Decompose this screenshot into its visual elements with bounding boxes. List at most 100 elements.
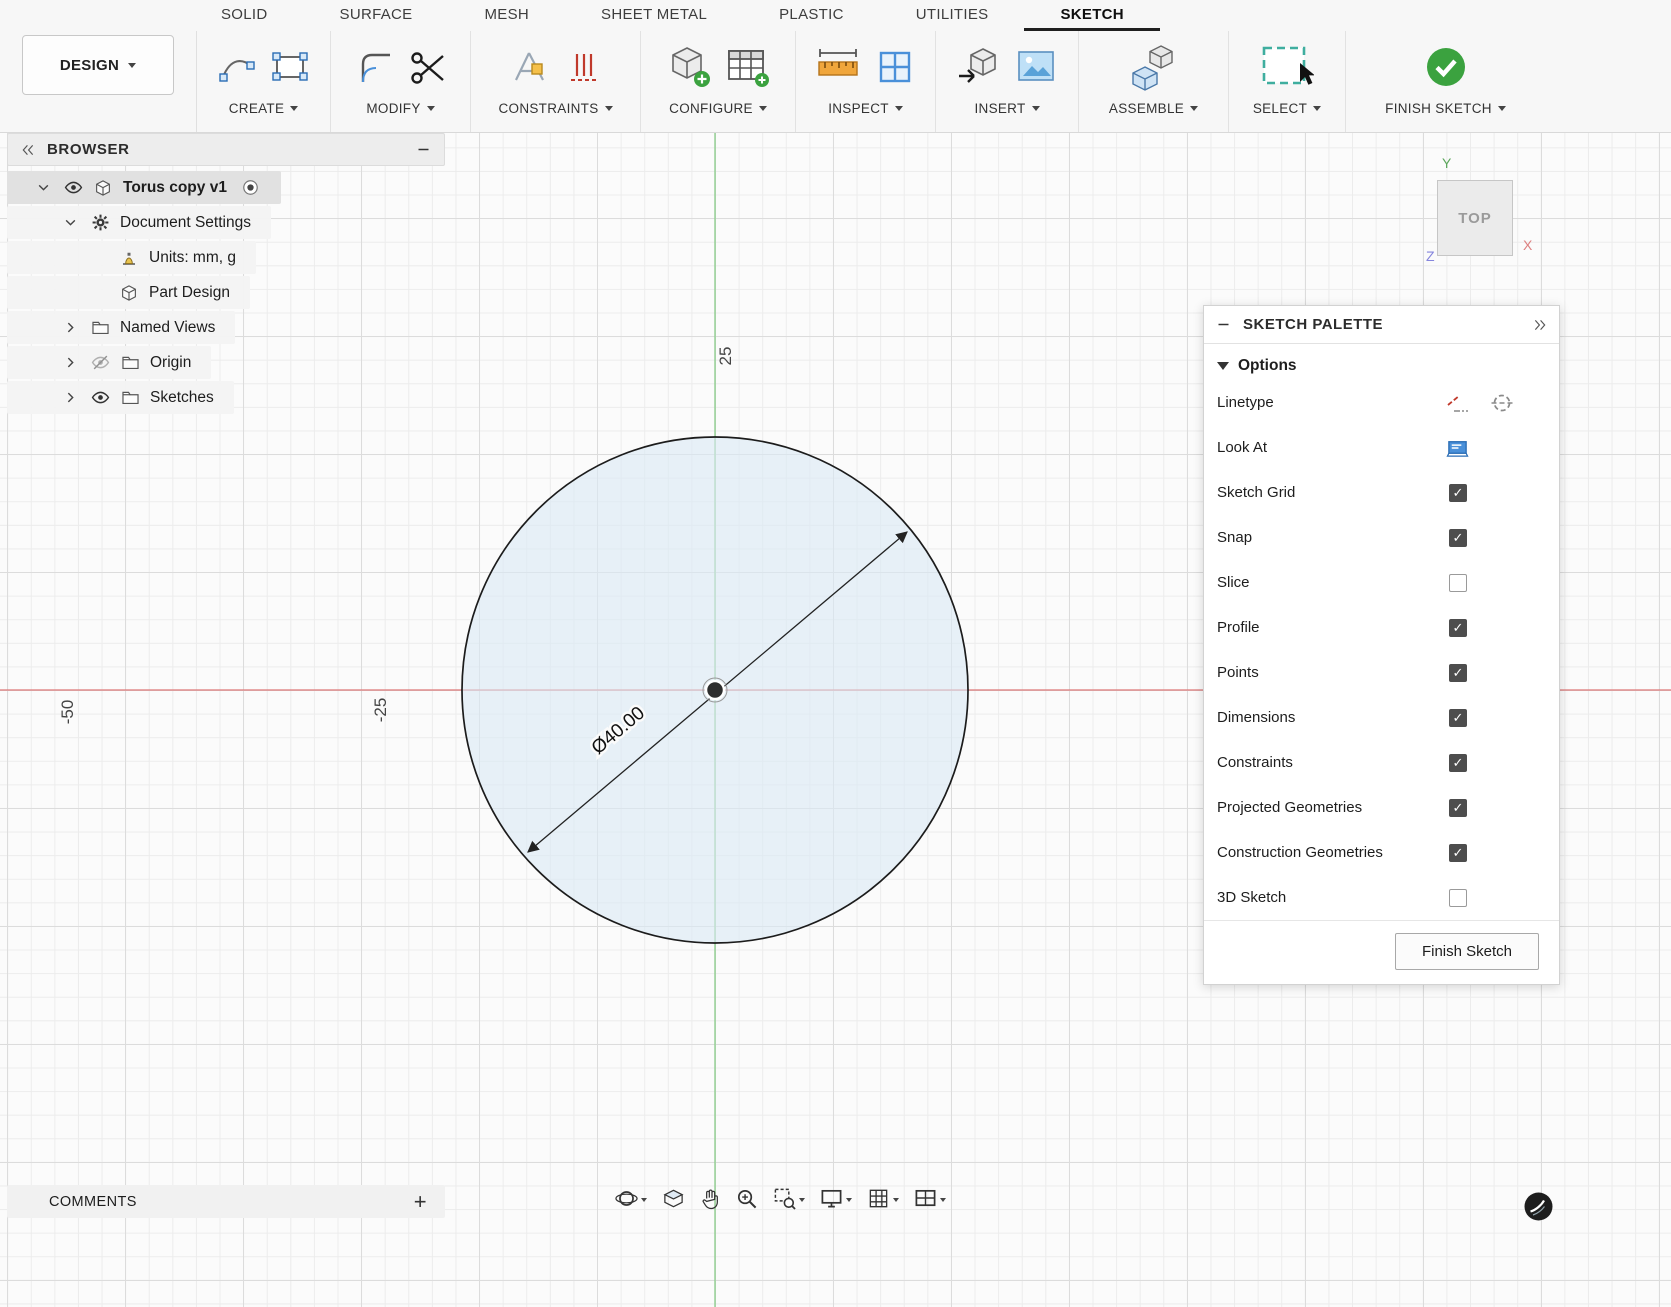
pan-tool[interactable] — [697, 1185, 723, 1212]
palette-option-label: 3D Sketch — [1217, 889, 1287, 906]
profile-checkbox[interactable]: ✓ — [1449, 618, 1467, 637]
constraint-lines-icon[interactable] — [564, 45, 604, 89]
finish-check-icon[interactable] — [1424, 45, 1468, 89]
browser-item-label: Named Views — [120, 318, 216, 336]
design-menu-button[interactable]: DESIGN — [22, 35, 174, 95]
chevron-right-icon[interactable] — [60, 321, 80, 334]
eye-icon[interactable] — [90, 388, 110, 407]
chevron-right-icon[interactable] — [60, 391, 80, 404]
browser-item-document-settings[interactable]: Document Settings — [7, 206, 271, 239]
toolbar-group-label[interactable]: CONFIGURE — [669, 101, 767, 116]
collapse-palette-icon[interactable] — [1533, 318, 1547, 332]
constraints-checkbox[interactable]: ✓ — [1449, 753, 1467, 772]
minimize-browser-icon[interactable] — [416, 142, 431, 157]
eye-off-icon[interactable] — [90, 353, 110, 372]
browser-item-origin[interactable]: Origin — [7, 346, 212, 379]
browser-item-part-design[interactable]: Part Design — [7, 276, 250, 309]
palette-option-label: Sketch Grid — [1217, 484, 1296, 501]
toolbar-group-label[interactable]: CREATE — [229, 101, 299, 116]
browser-item-sketches[interactable]: Sketches — [7, 381, 234, 414]
sketch-grid-checkbox[interactable]: ✓ — [1449, 483, 1467, 502]
viewcube[interactable]: TOP — [1437, 180, 1513, 256]
spline-icon[interactable] — [217, 46, 257, 88]
fillet-icon[interactable] — [354, 46, 396, 88]
rect-tool-icon[interactable] — [269, 46, 311, 88]
orbit-tool[interactable] — [612, 1185, 650, 1212]
browser-item-torus-copy-v1[interactable]: Torus copy v1 — [7, 171, 281, 204]
chevron-right-icon[interactable] — [60, 356, 80, 369]
tab-surface[interactable]: SURFACE — [304, 0, 449, 31]
folder-icon — [120, 388, 140, 407]
dimensions-checkbox[interactable]: ✓ — [1449, 708, 1467, 727]
look-at-icon[interactable] — [1446, 436, 1469, 459]
slice-checkbox[interactable] — [1449, 573, 1467, 592]
tab-solid[interactable]: SOLID — [185, 0, 304, 31]
finish-sketch-button[interactable]: Finish Sketch — [1394, 933, 1539, 970]
viewports-icon — [914, 1187, 937, 1210]
chevron-down-icon[interactable] — [641, 1197, 647, 1205]
toolbar-group-label[interactable]: INSERT — [974, 101, 1040, 116]
select-box-icon[interactable] — [1260, 43, 1314, 91]
toolbar-group-label[interactable]: ASSEMBLE — [1109, 101, 1199, 116]
toolbar-group-label[interactable]: FINISH SKETCH — [1385, 101, 1506, 116]
browser-item-units-mm-g[interactable]: Units: mm, g — [7, 241, 256, 274]
construction-geometries-checkbox[interactable]: ✓ — [1449, 843, 1467, 862]
3d-sketch-checkbox[interactable] — [1449, 888, 1467, 907]
chevron-down-icon[interactable] — [799, 1197, 805, 1205]
image-icon[interactable] — [1013, 45, 1059, 89]
zoom-tool[interactable] — [732, 1185, 761, 1212]
options-section-toggle[interactable]: Options — [1204, 344, 1559, 380]
projected-geometries-checkbox[interactable]: ✓ — [1449, 798, 1467, 817]
constraint-sketch-icon[interactable] — [508, 45, 552, 89]
cube-plus-icon[interactable] — [666, 44, 712, 90]
points-checkbox[interactable]: ✓ — [1449, 663, 1467, 682]
chevron-down-icon[interactable] — [846, 1197, 852, 1205]
job-status-icon[interactable] — [1524, 1192, 1553, 1221]
table-plus-icon[interactable] — [724, 44, 770, 90]
toolbar-group-label[interactable]: CONSTRAINTS — [498, 101, 613, 116]
origin-point[interactable] — [702, 677, 728, 703]
viewports-tool[interactable] — [911, 1185, 949, 1212]
chevron-down-icon[interactable] — [33, 181, 53, 194]
comments-bar[interactable]: COMMENTS + — [7, 1185, 445, 1218]
minimize-palette-icon[interactable] — [1216, 317, 1231, 332]
tab-sketch[interactable]: SKETCH — [1024, 0, 1160, 31]
toolbar-group-label[interactable]: SELECT — [1253, 101, 1322, 116]
snap-checkbox[interactable]: ✓ — [1449, 528, 1467, 547]
eye-icon[interactable] — [63, 178, 83, 197]
construction-linetype-icon[interactable] — [1446, 391, 1470, 415]
collapse-browser-icon[interactable] — [21, 143, 35, 157]
palette-row-sketch-grid: Sketch Grid ✓ — [1204, 470, 1559, 515]
viewcube-y-label: Y — [1442, 155, 1452, 171]
folder-icon — [120, 353, 140, 372]
orbit-icon — [615, 1187, 638, 1210]
frame-icon[interactable] — [873, 45, 917, 89]
chevron-down-icon[interactable] — [60, 216, 80, 229]
toolbar-group-label[interactable]: MODIFY — [366, 101, 435, 116]
sketch-palette-header: SKETCH PALETTE — [1204, 306, 1559, 344]
look-at-tool[interactable] — [659, 1185, 688, 1212]
insert-cube-icon[interactable] — [955, 44, 1001, 90]
zoom-window-tool[interactable] — [770, 1185, 808, 1212]
chevron-down-icon[interactable] — [940, 1197, 946, 1205]
activate-component-radio-icon[interactable] — [241, 178, 261, 197]
display-settings-tool[interactable] — [817, 1185, 855, 1212]
browser-title: BROWSER — [47, 141, 130, 158]
centerline-linetype-icon[interactable] — [1490, 391, 1514, 415]
grid-settings-tool[interactable] — [864, 1185, 902, 1212]
measure-icon[interactable] — [815, 44, 861, 90]
tab-sheet-metal[interactable]: SHEET METAL — [565, 0, 743, 31]
tab-plastic[interactable]: PLASTIC — [743, 0, 880, 31]
design-menu-area: DESIGN — [0, 31, 197, 132]
tab-mesh[interactable]: MESH — [448, 0, 565, 31]
toolbar-group-label[interactable]: INSPECT — [828, 101, 903, 116]
add-comment-button[interactable]: + — [414, 1190, 427, 1212]
chevron-down-icon[interactable] — [893, 1197, 899, 1205]
chevron-down-icon — [1190, 106, 1199, 115]
scissors-icon[interactable] — [408, 46, 448, 88]
toolbar-group-finish-sketch: FINISH SKETCH — [1345, 31, 1545, 132]
tab-utilities[interactable]: UTILITIES — [880, 0, 1025, 31]
assemble-cubes-icon[interactable] — [1131, 43, 1177, 91]
browser-item-named-views[interactable]: Named Views — [7, 311, 236, 344]
toolbar-group-configure: CONFIGURE — [640, 31, 795, 132]
